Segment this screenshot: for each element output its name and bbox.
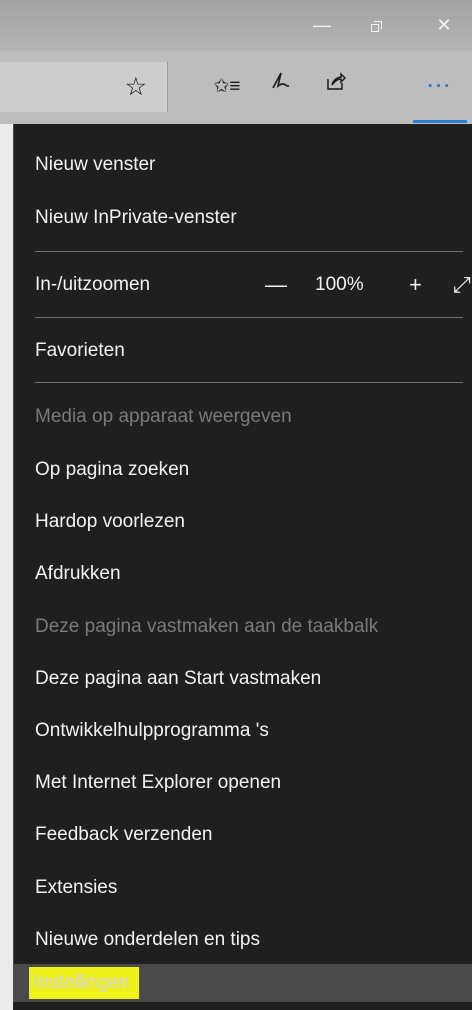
add-favorite-star-icon[interactable]: ☆ [125, 62, 147, 112]
favorites-hub-button[interactable]: ✩≡ [205, 62, 249, 112]
menu-bottom [13, 1002, 472, 1010]
zoom-out-button[interactable]: — [265, 270, 287, 300]
menu-item-pin-to-start[interactable]: Deze pagina aan Start vastmaken [35, 664, 321, 694]
restore-icon [370, 20, 382, 32]
active-underline [413, 120, 467, 123]
zoom-level: 100% [315, 274, 364, 295]
menu-item-favorites[interactable]: Favorieten [35, 336, 125, 366]
address-bar[interactable]: ☆ [0, 62, 168, 112]
menu-item-cast-media: Media op apparaat weergeven [35, 406, 292, 427]
restore-button[interactable] [356, 0, 396, 51]
browser-toolbar: ☆ ✩≡ ··· [0, 51, 472, 124]
zoom-in-button[interactable]: + [409, 270, 422, 300]
menu-item-find-on-page[interactable]: Op pagina zoeken [35, 455, 189, 485]
menu-item-read-aloud[interactable]: Hardop voorlezen [35, 507, 185, 537]
title-bar: — ✕ [0, 0, 472, 51]
menu-divider [35, 251, 463, 252]
minimize-button[interactable]: — [302, 0, 342, 51]
share-button[interactable] [314, 62, 358, 112]
menu-item-print[interactable]: Afdrukken [35, 559, 121, 589]
minimize-icon: — [313, 15, 331, 35]
settings-label: Instellingen [29, 967, 140, 999]
menu-divider [35, 382, 463, 383]
menu-divider [35, 317, 463, 318]
menu-item-open-with-ie[interactable]: Met Internet Explorer openen [35, 768, 281, 798]
menu-item-new-window[interactable]: Nieuw venster [35, 150, 155, 180]
share-icon [325, 72, 347, 97]
fullscreen-icon[interactable]: ⤢ [453, 270, 471, 300]
menu-item-developer-tools[interactable]: Ontwikkelhulpprogramma 's [35, 716, 269, 746]
menu-item-pin-to-taskbar: Deze pagina vastmaken aan de taakbalk [35, 616, 379, 637]
close-icon: ✕ [436, 15, 452, 35]
edge-window: — ✕ ☆ ✩≡ ··· Nieuw venster Nieuw InPriva… [0, 0, 472, 1010]
pen-icon [269, 72, 291, 97]
web-note-button[interactable] [258, 62, 302, 112]
favorites-list-icon: ✩≡ [213, 76, 241, 97]
more-actions-button[interactable]: ··· [418, 62, 462, 112]
page-background [0, 124, 13, 1010]
menu-item-settings[interactable]: Instellingen [13, 964, 472, 1002]
menu-item-send-feedback[interactable]: Feedback verzenden [35, 820, 212, 850]
menu-item-whats-new[interactable]: Nieuwe onderdelen en tips [35, 925, 260, 955]
zoom-label: In-/uitzoomen [35, 274, 151, 295]
menu-item-new-inprivate-window[interactable]: Nieuw InPrivate-venster [35, 203, 237, 233]
close-button[interactable]: ✕ [424, 0, 464, 51]
zoom-row: In-/uitzoomen — 100% + ⤢ [35, 270, 471, 300]
more-icon: ··· [427, 76, 453, 97]
menu-item-extensions[interactable]: Extensies [35, 873, 117, 903]
settings-menu: Nieuw venster Nieuw InPrivate-venster In… [13, 124, 472, 1002]
